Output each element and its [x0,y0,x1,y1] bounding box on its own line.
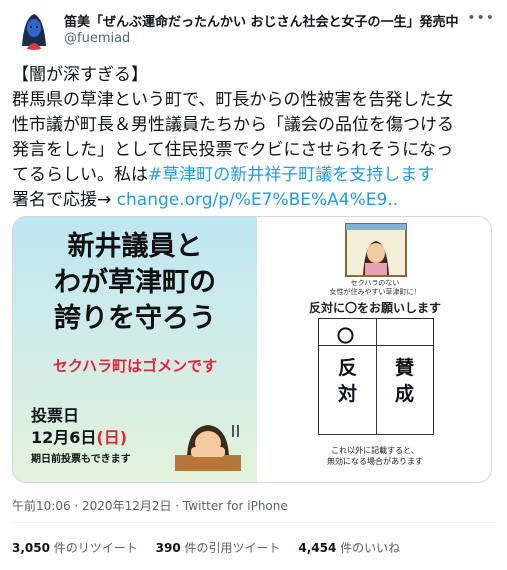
likes-stat[interactable]: 4,454 件のいいね [298,541,400,555]
tweet-line: 【闇が深すぎる】 [12,65,148,85]
more-options-icon[interactable]: ••• [467,10,495,26]
quotes-label: 件の引用ツイート [184,541,281,555]
ballot-footer-line: これ以外に記載すると、 [331,446,419,455]
avatar[interactable] [12,6,56,50]
ballot-footer-line: 無効になる場合があります [327,457,423,466]
author-handle[interactable]: @fuemiad [64,31,130,46]
ballot-circle-mark: 〇 [337,327,354,347]
quotes-stat[interactable]: 390 件の引用ツイート [156,541,281,555]
flyer-subtitle: セクハラ町はゴメンです [52,357,218,375]
vote-day-label: 投票日 [31,406,80,425]
media-image[interactable]: 新井議員と わが草津町の 誇りを守ろう セクハラ町はゴメンです 投票日 12月6… [12,216,492,483]
author-display-name[interactable]: 笛美「ぜんぶ運命だったんかい おじさん社会と女子の一生」発売中 [64,11,459,30]
sign-prefix: 署名で応援→ [12,190,117,210]
ballot-for: 賛 成 [376,355,433,407]
tweet-line-text: てるらしい。私は [12,165,148,185]
vote-date: 12月6日(日) [31,424,127,448]
tweet-line-with-hashtag: てるらしい。私は#草津町の新井祥子町議を支持します [12,163,496,188]
ballot-caption-line: 女性が住みやすい草津町に！ [329,288,421,296]
ballot-heading: 反対に〇をお願いします [308,301,441,315]
petition-link[interactable]: change.org/p/%E7%BE%A4%E9.. [117,190,398,210]
retweets-label: 件のリツイート [53,541,138,555]
ballot-against: 反 対 [319,355,376,407]
tweet-line: 性市議が町長＆男性議員たちから「議会の品位を傷つける [12,115,454,135]
ballot-caption-line: セクハラのない [350,279,400,287]
vote-date-text: 12月6日 [31,428,97,447]
retweets-stat[interactable]: 3,050 件のリツイート [12,541,138,555]
flyer-title-line: わが草津町の [54,267,216,298]
tweet-line: 発言をした」として住民投票でクビにさせられそうになっ [12,140,454,160]
ballot-right-panel: セクハラのない 女性が住みやすい草津町に！ 反対に〇をお願いします 〇 反 対 … [257,217,491,482]
likes-count: 4,454 [298,541,337,555]
worried-girl-illustration-icon [175,425,241,471]
hashtag-link[interactable]: #草津町の新井祥子町議を支持します [148,165,434,185]
tweet-timestamp[interactable]: 午前10:06 · 2020年12月2日 · Twitter for iPhon… [12,497,288,514]
ballot-footer: これ以外に記載すると、 無効になる場合があります [257,445,491,467]
flyer-title-line: 新井議員と [67,231,203,262]
ballot-against-char: 対 [337,383,357,405]
vote-date-day: (日) [96,428,128,447]
tweet-line: 群馬県の草津という町で、町長からの性被害を告発した女 [12,90,454,110]
window-girl-illustration-icon [345,223,407,277]
avatar-illustration-icon [12,6,56,50]
divider [12,522,496,523]
early-vote-note: 期日前投票もできます [31,454,131,465]
ballot-for-char: 成 [394,383,414,405]
quotes-count: 390 [155,541,181,555]
tweet-text: 【闇が深すぎる】 群馬県の草津という町で、町長からの性被害を告発した女 性市議が… [12,63,496,213]
tweet-header: 笛美「ぜんぶ運命だったんかい おじさん社会と女子の一生」発売中 @fuemiad… [12,6,495,50]
retweets-count: 3,050 [12,541,50,555]
flyer-left-panel: 新井議員と わが草津町の 誇りを守ろう セクハラ町はゴメンです 投票日 12月6… [13,217,257,482]
ballot-against-char: 反 [337,357,357,379]
ballot-for-char: 賛 [394,357,414,379]
likes-label: 件のいいね [340,541,401,555]
tweet-line-with-link: 署名で応援→ change.org/p/%E7%BE%A4%E9.. [12,188,496,213]
ballot-caption: セクハラのない 女性が住みやすい草津町に！ [257,279,491,297]
ballot-table: 〇 反 対 賛 成 [318,318,434,435]
flyer-title-line: 誇りを守ろう [54,303,216,334]
tweet-stats: 3,050 件のリツイート 390 件の引用ツイート 4,454 件のいいね [12,539,414,556]
